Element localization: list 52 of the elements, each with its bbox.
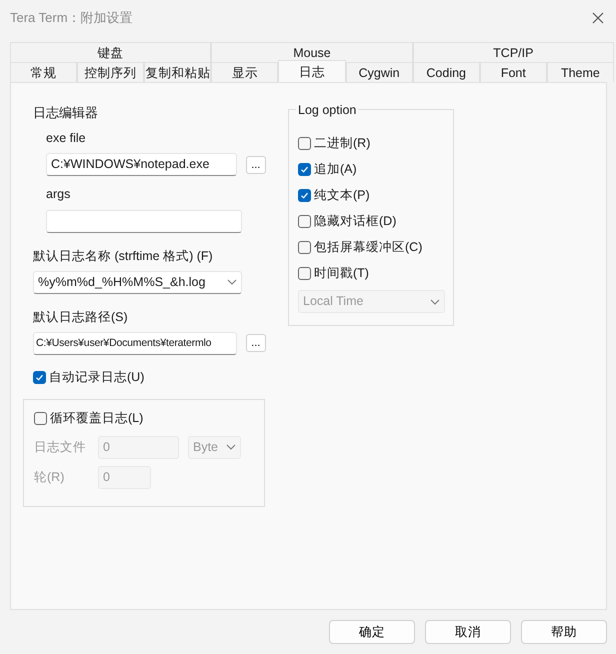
tab[interactable]: TCP/IP	[412, 42, 614, 62]
tab[interactable]: 常规	[10, 62, 78, 82]
dialog-button[interactable]: 帮助	[521, 620, 607, 644]
checkbox-label: 自动记录日志(U)	[49, 369, 144, 386]
field-label: 轮(R)	[34, 468, 66, 486]
checkbox[interactable]	[298, 188, 311, 202]
check-icon	[300, 190, 309, 200]
checkbox[interactable]	[298, 266, 311, 280]
checkbox[interactable]	[298, 136, 311, 150]
check-icon	[35, 373, 44, 382]
tab[interactable]: 控制序列	[77, 62, 144, 82]
section-heading: 日志编辑器	[33, 104, 99, 122]
tab[interactable]: 复制和粘贴	[144, 62, 212, 82]
tab[interactable]: Coding	[412, 62, 480, 82]
args-field[interactable]	[46, 210, 242, 233]
chevron-icon	[430, 298, 440, 304]
checkbox-label: 二进制(R)	[314, 134, 370, 152]
tab[interactable]: Cygwin	[346, 62, 413, 82]
tab[interactable]: Font	[480, 62, 547, 82]
browse-button[interactable]: ...	[246, 334, 266, 352]
field-label: 日志文件	[34, 438, 87, 456]
checkbox-label: 循环覆盖日志(L)	[50, 410, 144, 428]
checkbox[interactable]	[34, 412, 47, 425]
checkbox[interactable]	[298, 214, 311, 228]
tab[interactable]: Theme	[546, 62, 614, 82]
exe-path-field[interactable]: C:¥WINDOWS¥notepad.exe	[46, 153, 237, 176]
checkbox-label: 时间戳(T)	[314, 264, 369, 282]
field-label: exe file	[46, 130, 87, 146]
chevron-icon	[226, 444, 236, 450]
checkbox-label: 隐藏对话框(D)	[314, 212, 396, 230]
checkbox-label: 纯文本(P)	[314, 186, 370, 204]
checkbox[interactable]	[298, 240, 311, 254]
tab[interactable]: 日志	[278, 60, 346, 82]
dialog-button[interactable]: 取消	[425, 620, 511, 644]
checkbox[interactable]	[298, 162, 311, 176]
tab[interactable]: 键盘	[10, 42, 212, 62]
close-icon[interactable]	[592, 12, 604, 24]
field-label: 默认日志名称 (strftime 格式) (F)	[33, 248, 214, 265]
window-title: Tera Term：附加设置	[10, 9, 133, 28]
checkbox-label: 追加(A)	[314, 160, 357, 178]
checkbox-label: 包括屏幕缓冲区(C)	[314, 238, 422, 256]
chevron-icon	[227, 279, 237, 286]
tab[interactable]: 显示	[211, 62, 278, 82]
field-label: args	[46, 186, 72, 204]
log-path-field[interactable]: C:¥Users¥user¥Documents¥teratermlo	[33, 332, 237, 354]
dialog-button[interactable]: 确定	[329, 620, 415, 644]
log-name-dropdown[interactable]: %y%m%d_%H%M%S_&h.log	[33, 270, 242, 294]
checkbox[interactable]	[33, 371, 46, 384]
field-label: 默认日志路径(S)	[33, 308, 129, 326]
browse-button[interactable]: ...	[246, 156, 266, 174]
check-icon	[300, 164, 309, 174]
tab[interactable]: Mouse	[211, 42, 413, 62]
